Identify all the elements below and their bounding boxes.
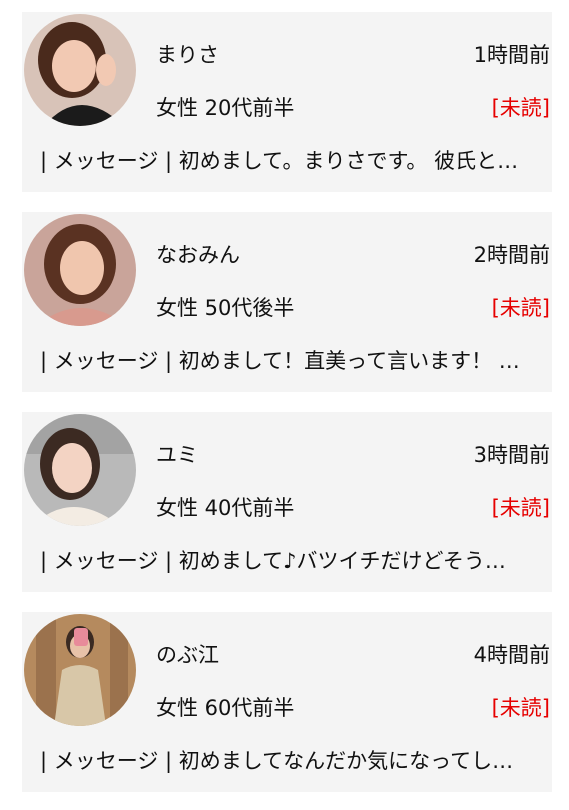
avatar-image: [24, 414, 136, 526]
unread-badge: [未読]: [491, 696, 550, 720]
sender-profile: 女性 60代前半: [156, 696, 295, 720]
message-card[interactable]: なおみん 2時間前 女性 50代後半 [未読] | メッセージ | 初めまして！…: [22, 212, 552, 392]
sender-name: ユミ: [156, 443, 198, 467]
unread-badge: [未読]: [491, 96, 550, 120]
message-list: まりさ 1時間前 女性 20代前半 [未読] | メッセージ | 初めまして。ま…: [0, 0, 569, 810]
message-card[interactable]: まりさ 1時間前 女性 20代前半 [未読] | メッセージ | 初めまして。ま…: [22, 12, 552, 192]
avatar-image: [24, 214, 136, 326]
message-preview: | メッセージ | 初めまして♪バツイチだけどそう…: [40, 549, 506, 573]
unread-badge: [未読]: [491, 296, 550, 320]
sender-profile: 女性 50代後半: [156, 296, 295, 320]
user-photo-avatar[interactable]: [24, 414, 136, 526]
unread-badge: [未読]: [491, 496, 550, 520]
sender-profile: 女性 20代前半: [156, 96, 295, 120]
user-photo-avatar[interactable]: [24, 14, 136, 126]
avatar-image: [24, 614, 136, 726]
message-time: 3時間前: [473, 443, 550, 467]
sender-profile: 女性 40代前半: [156, 496, 295, 520]
message-time: 1時間前: [473, 43, 550, 67]
message-preview: | メッセージ | 初めまして！直美って言います！ …: [40, 349, 520, 373]
message-time: 4時間前: [473, 643, 550, 667]
avatar-image: [24, 14, 136, 126]
user-photo-avatar[interactable]: [24, 214, 136, 326]
message-card[interactable]: のぶ江 4時間前 女性 60代前半 [未読] | メッセージ | 初めましてなん…: [22, 612, 552, 792]
sender-name: なおみん: [156, 243, 240, 267]
message-preview: | メッセージ | 初めましてなんだか気になってし…: [40, 749, 514, 773]
message-card[interactable]: ユミ 3時間前 女性 40代前半 [未読] | メッセージ | 初めまして♪バツ…: [22, 412, 552, 592]
user-photo-avatar[interactable]: [24, 614, 136, 726]
sender-name: まりさ: [156, 43, 219, 67]
message-time: 2時間前: [473, 243, 550, 267]
sender-name: のぶ江: [156, 643, 219, 667]
message-preview: | メッセージ | 初めまして。まりさです。 彼氏と…: [40, 149, 519, 173]
